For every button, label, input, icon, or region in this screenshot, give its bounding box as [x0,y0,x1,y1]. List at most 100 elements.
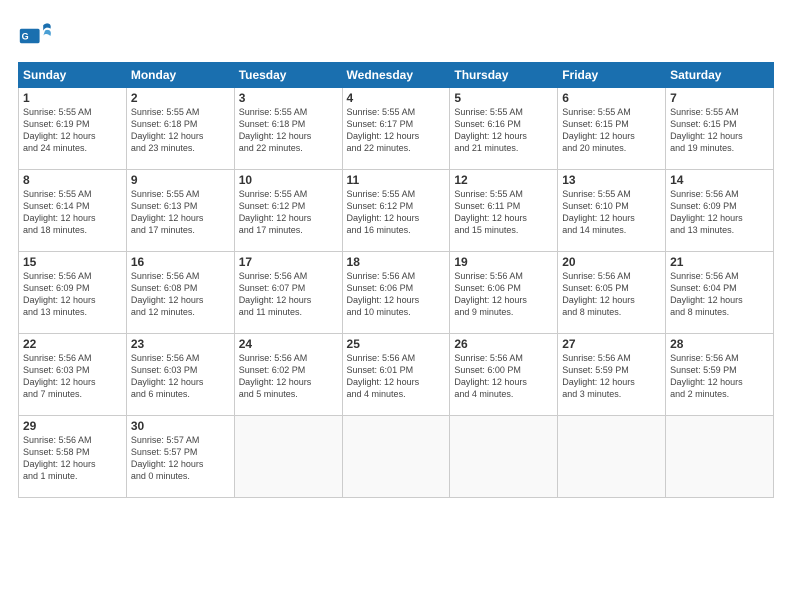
day-info: Sunrise: 5:56 AM Sunset: 6:05 PM Dayligh… [562,271,635,317]
table-row: 23Sunrise: 5:56 AM Sunset: 6:03 PM Dayli… [126,334,234,416]
table-row: 21 Sunrise: 5:56 AM Sunset: 6:04 PM Dayli… [666,252,774,334]
day-info: Sunrise: 5:56 AM Sunset: 6:04 PM Dayligh… [670,271,743,317]
table-row: 3 Sunrise: 5:55 AM Sunset: 6:18 PM Daylig… [234,88,342,170]
day-number: 20 [562,255,661,269]
table-row [342,416,450,498]
calendar-table: Sunday Monday Tuesday Wednesday Thursday… [18,62,774,498]
day-info: Sunrise: 5:56 AM Sunset: 6:07 PM Dayligh… [239,271,312,317]
table-row: 13 Sunrise: 5:55 AM Sunset: 6:10 PM Dayli… [558,170,666,252]
table-row: 22 Sunrise: 5:56 AM Sunset: 6:03 PM Dayli… [19,334,127,416]
col-tuesday: Tuesday [234,63,342,88]
table-row: 8 Sunrise: 5:55 AM Sunset: 6:14 PM Daylig… [19,170,127,252]
day-number: 7 [670,91,769,105]
day-info: Sunrise: 5:55 AM Sunset: 6:11 PM Dayligh… [454,189,527,235]
table-row: 10Sunrise: 5:55 AM Sunset: 6:12 PM Dayli… [234,170,342,252]
logo: G [18,18,58,54]
calendar-header-row: Sunday Monday Tuesday Wednesday Thursday… [19,63,774,88]
table-row: 29Sunrise: 5:56 AM Sunset: 5:58 PM Dayli… [19,416,127,498]
table-row: 11Sunrise: 5:55 AM Sunset: 6:12 PM Dayli… [342,170,450,252]
svg-text:G: G [22,32,29,42]
table-row: 20 Sunrise: 5:56 AM Sunset: 6:05 PM Dayli… [558,252,666,334]
table-row: 7Sunrise: 5:55 AM Sunset: 6:15 PM Daylig… [666,88,774,170]
table-row: 1 Sunrise: 5:55 AM Sunset: 6:19 PM Daylig… [19,88,127,170]
page: G Sunday Monday Tuesday Wednesday Thursd… [0,0,792,612]
table-row: 25Sunrise: 5:56 AM Sunset: 6:01 PM Dayli… [342,334,450,416]
day-info: Sunrise: 5:55 AM Sunset: 6:10 PM Dayligh… [562,189,635,235]
day-number: 5 [454,91,553,105]
day-number: 4 [347,91,446,105]
day-number: 24 [239,337,338,351]
day-info: Sunrise: 5:56 AM Sunset: 6:08 PM Dayligh… [131,271,204,317]
day-number: 17 [239,255,338,269]
table-row: 14 Sunrise: 5:56 AM Sunset: 6:09 PM Dayli… [666,170,774,252]
calendar-row-1: 1 Sunrise: 5:55 AM Sunset: 6:19 PM Daylig… [19,88,774,170]
day-number: 2 [131,91,230,105]
table-row [234,416,342,498]
table-row: 6 Sunrise: 5:55 AM Sunset: 6:15 PM Daylig… [558,88,666,170]
day-number: 3 [239,91,338,105]
day-number: 8 [23,173,122,187]
col-monday: Monday [126,63,234,88]
day-info: Sunrise: 5:56 AM Sunset: 6:00 PM Dayligh… [454,353,527,399]
day-info: Sunrise: 5:55 AM Sunset: 6:16 PM Dayligh… [454,107,527,153]
calendar-row-5: 29Sunrise: 5:56 AM Sunset: 5:58 PM Dayli… [19,416,774,498]
table-row [666,416,774,498]
day-number: 26 [454,337,553,351]
day-info: Sunrise: 5:55 AM Sunset: 6:17 PM Dayligh… [347,107,420,153]
day-info: Sunrise: 5:55 AM Sunset: 6:15 PM Dayligh… [562,107,635,153]
day-number: 10 [239,173,338,187]
logo-icon: G [18,18,54,54]
col-thursday: Thursday [450,63,558,88]
day-number: 18 [347,255,446,269]
day-info: Sunrise: 5:55 AM Sunset: 6:13 PM Dayligh… [131,189,204,235]
day-number: 23 [131,337,230,351]
day-info: Sunrise: 5:57 AM Sunset: 5:57 PM Dayligh… [131,435,204,481]
day-info: Sunrise: 5:55 AM Sunset: 6:18 PM Dayligh… [131,107,204,153]
table-row: 9 Sunrise: 5:55 AM Sunset: 6:13 PM Daylig… [126,170,234,252]
day-number: 27 [562,337,661,351]
day-info: Sunrise: 5:56 AM Sunset: 5:59 PM Dayligh… [562,353,635,399]
day-info: Sunrise: 5:55 AM Sunset: 6:14 PM Dayligh… [23,189,96,235]
day-number: 22 [23,337,122,351]
day-number: 21 [670,255,769,269]
day-number: 13 [562,173,661,187]
day-info: Sunrise: 5:56 AM Sunset: 5:58 PM Dayligh… [23,435,96,481]
table-row: 4 Sunrise: 5:55 AM Sunset: 6:17 PM Daylig… [342,88,450,170]
table-row: 30Sunrise: 5:57 AM Sunset: 5:57 PM Dayli… [126,416,234,498]
day-info: Sunrise: 5:55 AM Sunset: 6:18 PM Dayligh… [239,107,312,153]
col-saturday: Saturday [666,63,774,88]
day-info: Sunrise: 5:56 AM Sunset: 6:03 PM Dayligh… [23,353,96,399]
table-row: 26 Sunrise: 5:56 AM Sunset: 6:00 PM Dayli… [450,334,558,416]
day-number: 12 [454,173,553,187]
calendar-row-2: 8 Sunrise: 5:55 AM Sunset: 6:14 PM Daylig… [19,170,774,252]
day-number: 1 [23,91,122,105]
table-row: 15Sunrise: 5:56 AM Sunset: 6:09 PM Dayli… [19,252,127,334]
day-info: Sunrise: 5:56 AM Sunset: 5:59 PM Dayligh… [670,353,743,399]
table-row [450,416,558,498]
day-number: 15 [23,255,122,269]
table-row: 17 Sunrise: 5:56 AM Sunset: 6:07 PM Dayli… [234,252,342,334]
table-row: 28 Sunrise: 5:56 AM Sunset: 5:59 PM Dayli… [666,334,774,416]
day-number: 28 [670,337,769,351]
calendar-row-3: 15Sunrise: 5:56 AM Sunset: 6:09 PM Dayli… [19,252,774,334]
day-number: 6 [562,91,661,105]
table-row: 27 Sunrise: 5:56 AM Sunset: 5:59 PM Dayli… [558,334,666,416]
header: G [18,18,774,54]
day-number: 11 [347,173,446,187]
day-number: 14 [670,173,769,187]
day-info: Sunrise: 5:56 AM Sunset: 6:02 PM Dayligh… [239,353,312,399]
day-number: 16 [131,255,230,269]
day-number: 9 [131,173,230,187]
day-number: 19 [454,255,553,269]
table-row: 12 Sunrise: 5:55 AM Sunset: 6:11 PM Dayli… [450,170,558,252]
calendar-row-4: 22 Sunrise: 5:56 AM Sunset: 6:03 PM Dayli… [19,334,774,416]
col-sunday: Sunday [19,63,127,88]
col-wednesday: Wednesday [342,63,450,88]
day-info: Sunrise: 5:55 AM Sunset: 6:19 PM Dayligh… [23,107,96,153]
table-row: 19Sunrise: 5:56 AM Sunset: 6:06 PM Dayli… [450,252,558,334]
day-info: Sunrise: 5:56 AM Sunset: 6:06 PM Dayligh… [347,271,420,317]
day-info: Sunrise: 5:56 AM Sunset: 6:09 PM Dayligh… [670,189,743,235]
table-row: 18 Sunrise: 5:56 AM Sunset: 6:06 PM Dayli… [342,252,450,334]
day-info: Sunrise: 5:56 AM Sunset: 6:01 PM Dayligh… [347,353,420,399]
table-row: 2 Sunrise: 5:55 AM Sunset: 6:18 PM Daylig… [126,88,234,170]
